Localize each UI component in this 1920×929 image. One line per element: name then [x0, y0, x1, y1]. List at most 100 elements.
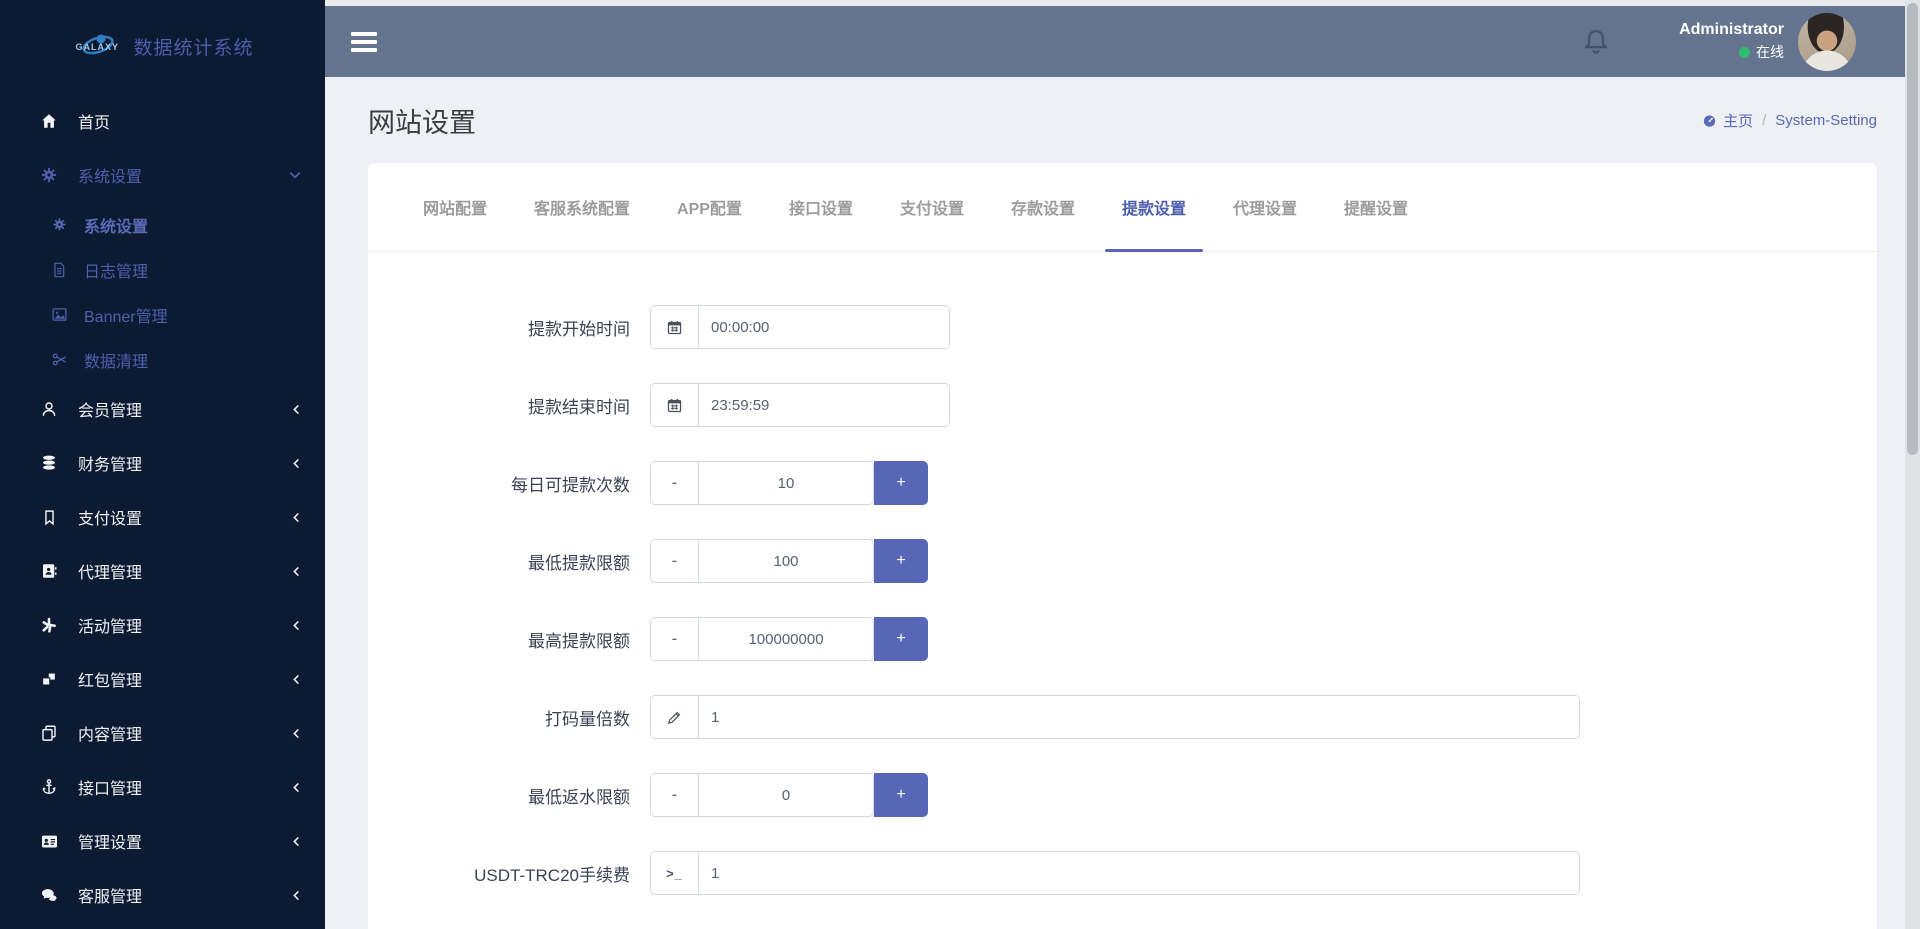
sidebar-item-banner-management[interactable]: Banner管理 — [0, 292, 325, 337]
copy-icon — [36, 724, 62, 742]
min-rebate-limit-input[interactable] — [698, 773, 874, 817]
decrement-button[interactable]: - — [650, 461, 698, 505]
breadcrumb-separator: / — [1762, 111, 1767, 129]
wager-multiplier-input[interactable] — [698, 695, 1580, 739]
sidebar-item-label: 代理管理 — [78, 565, 143, 582]
increment-button[interactable]: + — [874, 773, 928, 817]
form-row-withdraw-end-time: 提款结束时间 — [368, 383, 1877, 427]
min-withdraw-limit-input[interactable] — [698, 539, 874, 583]
field-label: 提款开始时间 — [528, 319, 630, 339]
sidebar-item-label: 管理设置 — [78, 835, 143, 852]
pencil-icon — [650, 695, 698, 739]
withdraw-start-time-input[interactable] — [698, 305, 950, 349]
decrement-button[interactable]: - — [650, 773, 698, 817]
burst-icon — [36, 616, 62, 634]
chevron-left-icon — [290, 673, 303, 686]
anchor-icon — [36, 778, 62, 796]
sidebar-item-payment-settings[interactable]: 支付设置 — [0, 490, 325, 544]
hamburger-menu-icon[interactable] — [351, 31, 377, 52]
gauge-icon — [1702, 113, 1717, 128]
sidebar-item-system-settings[interactable]: 系统设置 — [0, 202, 325, 247]
sidebar-item-label: 系统设置 — [78, 169, 143, 186]
sidebar-item-label: 会员管理 — [78, 403, 143, 420]
chevron-left-icon — [290, 727, 303, 740]
sidebar-item-activity-management[interactable]: 活动管理 — [0, 598, 325, 652]
online-status-label: 在线 — [1756, 44, 1784, 60]
brand-title: 数据统计系统 — [133, 37, 254, 59]
scrollbar-thumb[interactable] — [1907, 3, 1918, 455]
online-status-dot — [1739, 46, 1750, 58]
form-row-usdt-trc20-fee: USDT-TRC20手续费 >_ — [368, 851, 1877, 895]
breadcrumb: 主页 / System-Setting — [1702, 110, 1877, 131]
sidebar-submenu: 系统设置 日志管理 Banner管理 数据清理 — [0, 202, 325, 382]
withdraw-end-time-input[interactable] — [698, 383, 950, 427]
max-withdraw-limit-input[interactable] — [698, 617, 874, 661]
page-scrollbar[interactable] — [1905, 0, 1920, 929]
logo-text: GALAXY — [75, 42, 119, 52]
brand: GALAXY 数据统计系统 — [0, 0, 325, 92]
sidebar-item-api-management[interactable]: 接口管理 — [0, 760, 325, 814]
decrement-button[interactable]: - — [650, 539, 698, 583]
increment-button[interactable]: + — [874, 461, 928, 505]
usdt-trc20-fee-input[interactable] — [698, 851, 1580, 895]
database-icon — [36, 454, 62, 472]
tab-agent-settings[interactable]: 代理设置 — [1233, 163, 1297, 251]
chevron-down-icon — [287, 167, 303, 183]
sidebar-item-customer-service[interactable]: 客服管理 — [0, 868, 325, 922]
tab-app-config[interactable]: APP配置 — [677, 163, 742, 251]
chevron-left-icon — [290, 619, 303, 632]
sidebar: GALAXY 数据统计系统 首页 系统设置 系统设置 日志管理 Banner管理… — [0, 0, 325, 929]
sidebar-item-member-management[interactable]: 会员管理 — [0, 382, 325, 436]
increment-button[interactable]: + — [874, 539, 928, 583]
increment-button[interactable]: + — [874, 617, 928, 661]
sidebar-item-finance-management[interactable]: 财务管理 — [0, 436, 325, 490]
gear-icon — [48, 217, 70, 232]
breadcrumb-current[interactable]: System-Setting — [1775, 112, 1877, 129]
id-card-icon — [36, 832, 62, 851]
tab-reminder-settings[interactable]: 提醒设置 — [1344, 163, 1408, 251]
tab-payment-settings[interactable]: 支付设置 — [900, 163, 964, 251]
user-block[interactable]: Administrator 在线 — [1679, 21, 1784, 62]
tab-withdrawal-settings[interactable]: 提款设置 — [1104, 163, 1204, 252]
user-name: Administrator — [1679, 21, 1784, 38]
bell-icon[interactable] — [1581, 27, 1611, 57]
sidebar-group-system-settings[interactable]: 系统设置 — [0, 148, 325, 202]
sidebar-item-agent-management[interactable]: 代理管理 — [0, 544, 325, 598]
tab-deposit-settings[interactable]: 存款设置 — [1011, 163, 1075, 251]
gears-icon — [36, 166, 62, 184]
chevron-left-icon — [290, 457, 303, 470]
app-window: GALAXY 数据统计系统 首页 系统设置 系统设置 日志管理 Banner管理… — [0, 0, 1920, 929]
breadcrumb-home-link[interactable]: 主页 — [1702, 110, 1753, 131]
chevron-left-icon — [290, 403, 303, 416]
form-row-min-withdraw-limit: 最低提款限额 - + — [368, 539, 1877, 583]
sidebar-item-label: 接口管理 — [78, 781, 143, 798]
sidebar-item-home[interactable]: 首页 — [0, 94, 325, 148]
sidebar-item-redpacket-management[interactable]: 红包管理 — [0, 652, 325, 706]
tab-cs-system-config[interactable]: 客服系统配置 — [534, 163, 630, 251]
file-icon — [48, 262, 70, 278]
field-label: 最低提款限额 — [528, 553, 630, 573]
sidebar-item-label: Banner管理 — [84, 308, 168, 326]
sidebar-nav: 首页 系统设置 系统设置 日志管理 Banner管理 数据清理 会员管理 财务管… — [0, 92, 325, 922]
sidebar-item-data-cleanup[interactable]: 数据清理 — [0, 337, 325, 382]
main-area: Administrator 在线 网站设置 主页 / System-Settin… — [325, 0, 1920, 929]
form-row-wager-multiplier: 打码量倍数 — [368, 695, 1877, 739]
chevron-left-icon — [290, 835, 303, 848]
sidebar-item-log-management[interactable]: 日志管理 — [0, 247, 325, 292]
daily-withdraw-count-input[interactable] — [698, 461, 874, 505]
sidebar-item-label: 系统设置 — [84, 218, 149, 236]
form-row-min-rebate-limit: 最低返水限额 - + — [368, 773, 1877, 817]
calendar-icon — [650, 383, 698, 427]
withdrawal-settings-form: 提款开始时间 提款结束时间 每日可提 — [368, 252, 1877, 895]
tab-api-settings[interactable]: 接口设置 — [789, 163, 853, 251]
sidebar-item-content-management[interactable]: 内容管理 — [0, 706, 325, 760]
tab-website-config[interactable]: 网站配置 — [423, 163, 487, 251]
avatar[interactable] — [1798, 12, 1856, 71]
field-label: 最高提款限额 — [528, 631, 630, 651]
sidebar-item-label: 红包管理 — [78, 673, 143, 690]
form-row-daily-withdraw-count: 每日可提款次数 - + — [368, 461, 1877, 505]
page-head: 网站设置 主页 / System-Setting — [368, 77, 1877, 163]
chevron-left-icon — [290, 781, 303, 794]
sidebar-item-admin-settings[interactable]: 管理设置 — [0, 814, 325, 868]
decrement-button[interactable]: - — [650, 617, 698, 661]
